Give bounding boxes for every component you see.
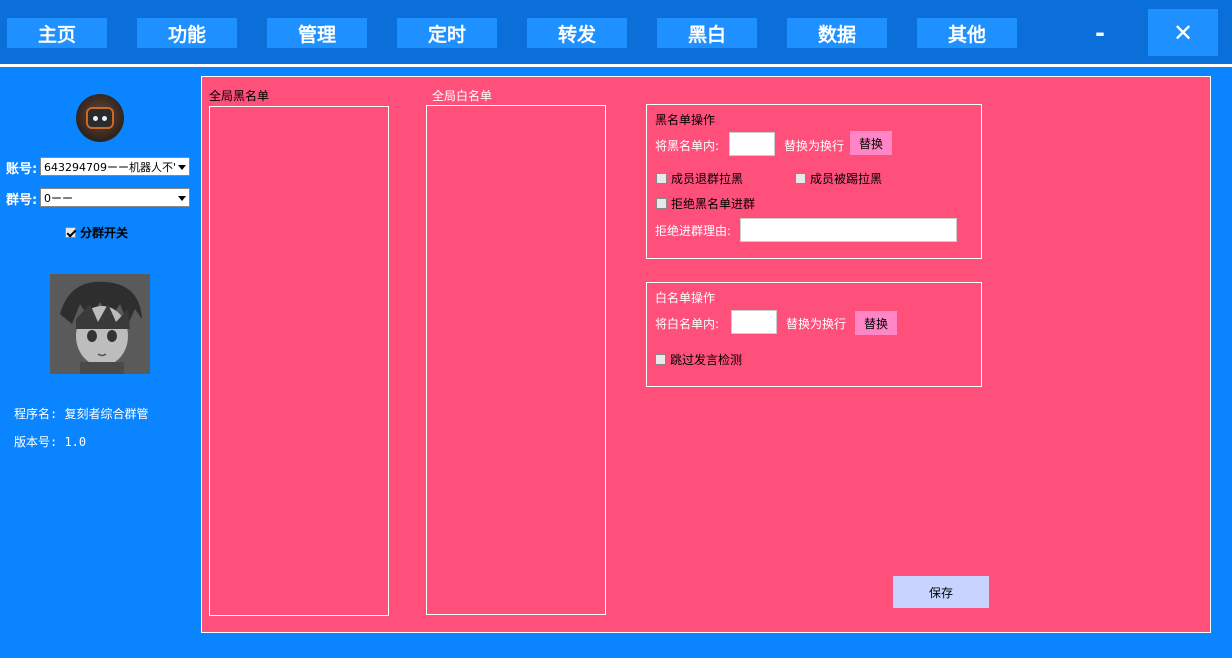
whitelist-replace-input[interactable] xyxy=(731,310,777,334)
nav-blackwhite[interactable]: 黑白 xyxy=(657,18,757,48)
whitelist-replace-suffix: 替换为换行 xyxy=(786,317,847,331)
whitelist-title: 全局白名单 xyxy=(432,89,493,103)
blacklist-operations-group: 黑名单操作 将黑名单内: 替换为换行 替换 成员退群拉黑 成员被踢拉黑 拒绝黑名… xyxy=(646,104,982,259)
nav-timer[interactable]: 定时 xyxy=(397,18,497,48)
anime-portrait-icon xyxy=(50,274,150,374)
reject-reason-input[interactable] xyxy=(740,218,957,242)
minimize-button[interactable]: - xyxy=(1065,9,1135,56)
account-select-value: 643294709ーー机器人不' xyxy=(44,160,177,174)
split-group-checkbox[interactable] xyxy=(65,227,76,238)
version-number: 版本号: 1.0 xyxy=(14,435,87,449)
leave-group-blacklist-label: 成员退群拉黑 xyxy=(671,172,744,186)
account-select[interactable]: 643294709ーー机器人不' xyxy=(40,157,190,176)
kicked-blacklist-label: 成员被踢拉黑 xyxy=(810,172,883,186)
blacklist-replace-input[interactable] xyxy=(729,132,775,156)
whitelist-operations-title: 白名单操作 xyxy=(655,291,716,305)
blacklist-textbox[interactable] xyxy=(209,106,389,616)
chevron-down-icon xyxy=(178,165,186,170)
group-select-value: 0ーー xyxy=(44,191,73,205)
blacklist-replace-button[interactable]: 替换 xyxy=(850,131,892,155)
top-menu-bar: 主页 功能 管理 定时 转发 黑白 数据 其他 - ✕ xyxy=(0,0,1232,64)
group-select[interactable]: 0ーー xyxy=(40,188,190,207)
skip-speech-check-checkbox[interactable] xyxy=(655,354,666,365)
nav-home[interactable]: 主页 xyxy=(7,18,107,48)
robot-avatar-icon xyxy=(76,94,124,142)
save-button[interactable]: 保存 xyxy=(893,576,989,608)
skip-speech-check-label: 跳过发言检测 xyxy=(670,353,743,367)
profile-image xyxy=(50,274,150,374)
nav-forward[interactable]: 转发 xyxy=(527,18,627,48)
skip-speech-check-option[interactable]: 跳过发言检测 xyxy=(655,351,742,368)
nav-features[interactable]: 功能 xyxy=(137,18,237,48)
nav-other[interactable]: 其他 xyxy=(917,18,1017,48)
leave-group-blacklist-option[interactable]: 成员退群拉黑 xyxy=(656,170,743,187)
whitelist-replace-prefix: 将白名单内: xyxy=(655,317,720,331)
account-label: 账号: xyxy=(6,162,38,177)
blacklist-operations-title: 黑名单操作 xyxy=(655,113,716,127)
reject-blacklist-join-checkbox[interactable] xyxy=(656,198,667,209)
whitelist-textbox[interactable] xyxy=(426,105,606,615)
reject-blacklist-join-label: 拒绝黑名单进群 xyxy=(671,197,756,211)
chevron-down-icon xyxy=(178,196,186,201)
group-label: 群号: xyxy=(6,193,38,208)
main-panel: 全局黑名单 全局白名单 黑名单操作 将黑名单内: 替换为换行 替换 成员退群拉黑… xyxy=(201,76,1211,633)
kicked-blacklist-checkbox[interactable] xyxy=(795,173,806,184)
nav-manage[interactable]: 管理 xyxy=(267,18,367,48)
reject-blacklist-join-option[interactable]: 拒绝黑名单进群 xyxy=(656,195,755,212)
whitelist-replace-button[interactable]: 替换 xyxy=(855,311,897,335)
blacklist-title: 全局黑名单 xyxy=(209,89,270,103)
split-group-label: 分群开关 xyxy=(80,226,129,240)
blacklist-replace-prefix: 将黑名单内: xyxy=(655,139,720,153)
split-group-toggle[interactable]: 分群开关 xyxy=(65,224,128,241)
kicked-blacklist-option[interactable]: 成员被踢拉黑 xyxy=(795,170,882,187)
leave-group-blacklist-checkbox[interactable] xyxy=(656,173,667,184)
close-button[interactable]: ✕ xyxy=(1148,9,1218,56)
program-name: 程序名: 复刻者综合群管 xyxy=(14,407,149,421)
nav-data[interactable]: 数据 xyxy=(787,18,887,48)
whitelist-operations-group: 白名单操作 将白名单内: 替换为换行 替换 跳过发言检测 xyxy=(646,282,982,387)
blacklist-replace-suffix: 替换为换行 xyxy=(784,139,845,153)
reject-reason-label: 拒绝进群理由: xyxy=(655,224,732,238)
sidebar: 账号: 643294709ーー机器人不' 群号: 0ーー 分群开关 程序名: 复… xyxy=(0,67,200,658)
